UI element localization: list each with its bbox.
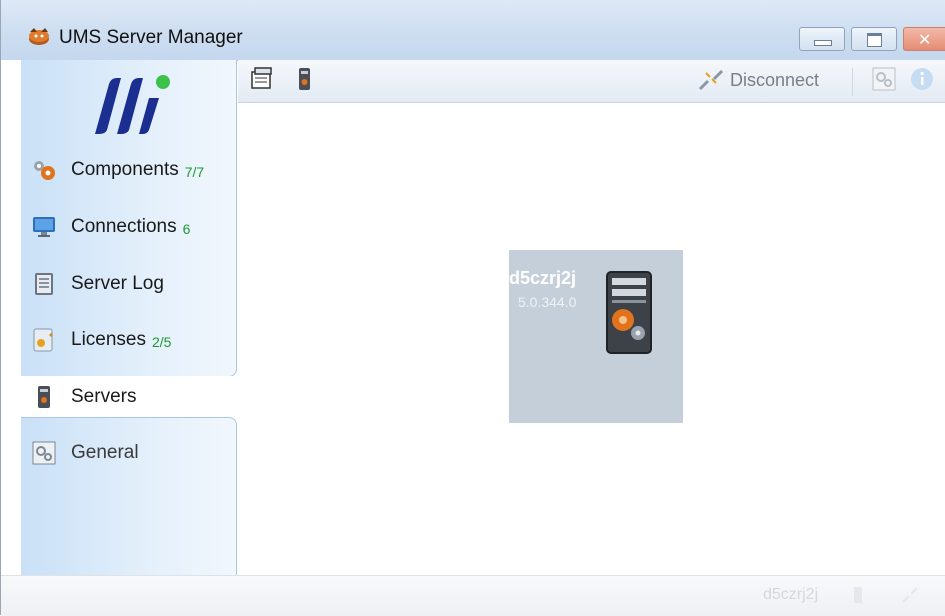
disconnect-icon	[698, 69, 724, 91]
maximize-button[interactable]	[851, 27, 897, 51]
app-logo	[95, 75, 170, 134]
sidebar-item-server-log[interactable]: Server Log	[31, 267, 231, 301]
monitor-icon	[33, 217, 55, 237]
sidebar-item-label: Licenses	[71, 329, 146, 350]
sidebar-item-servers[interactable]: Servers	[31, 380, 231, 414]
status-server-name: d5czrj2j	[763, 586, 819, 603]
disconnect-label: Disconnect	[730, 69, 820, 90]
licenses-count: 2/5	[152, 334, 172, 350]
key-icon	[33, 328, 53, 352]
sidebar-item-label: Server Log	[71, 273, 164, 294]
sidebar-item-label: General	[71, 442, 139, 463]
server-version: 5.0.344.0	[518, 294, 577, 310]
connections-count: 6	[182, 221, 191, 237]
sidebar-item-label: Servers	[71, 386, 137, 407]
status-server-icon	[854, 587, 862, 603]
sidebar-item-label: Components	[71, 159, 179, 180]
minimize-button[interactable]	[799, 27, 845, 51]
properties-icon[interactable]	[249, 66, 275, 92]
close-button[interactable]: ✕	[903, 27, 945, 51]
toolbar-separator	[852, 68, 853, 96]
server-name: d5czrj2j	[509, 268, 577, 288]
status-connection-icon	[902, 587, 918, 603]
minimize-icon	[814, 40, 832, 46]
gears-icon	[34, 161, 55, 180]
title-bar[interactable]: UMS Server Manager ✕	[1, 0, 945, 61]
sidebar-item-components[interactable]: Components 7/7	[31, 153, 231, 187]
toolbar	[238, 60, 945, 103]
server-icon	[38, 386, 50, 408]
sidebar-edge	[1, 60, 21, 575]
app-window: UMS Server Manager ✕ Components 7/7 Conn…	[0, 0, 945, 616]
server-tower-icon	[606, 271, 652, 354]
server-toolbar-icon[interactable]	[291, 66, 317, 92]
info-icon[interactable]	[909, 66, 935, 92]
settings-toolbar-icon[interactable]	[871, 66, 897, 92]
window-title: UMS Server Manager	[59, 27, 243, 48]
components-count: 7/7	[184, 164, 205, 180]
disconnect-button[interactable]: Disconnect	[698, 67, 819, 93]
sidebar-item-general[interactable]: General	[31, 436, 231, 470]
settings-icon	[32, 441, 56, 465]
sidebar-item-label: Connections	[71, 216, 177, 237]
app-icon	[29, 28, 49, 45]
sidebar-item-connections[interactable]: Connections 6	[31, 210, 231, 244]
log-icon	[35, 273, 53, 295]
maximize-icon	[867, 33, 882, 47]
sidebar-item-licenses[interactable]: Licenses 2/5	[31, 323, 231, 357]
close-icon: ✕	[918, 30, 932, 49]
